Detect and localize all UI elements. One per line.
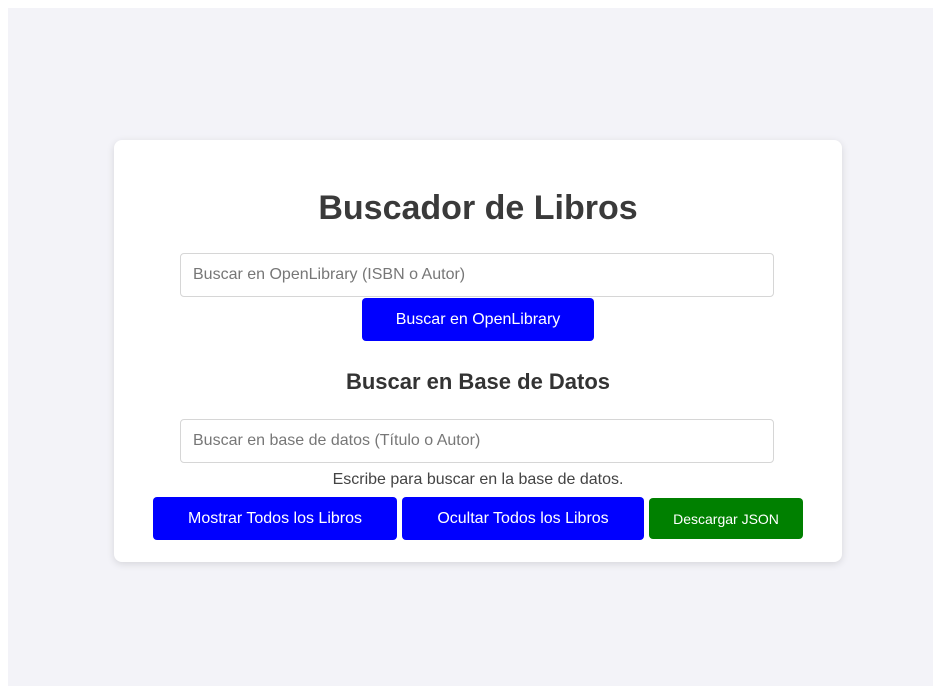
openlibrary-search-button[interactable]: Buscar en OpenLibrary	[362, 298, 594, 341]
openlibrary-search-input[interactable]	[180, 253, 774, 297]
hide-all-books-button[interactable]: Ocultar Todos los Libros	[402, 497, 644, 540]
database-search-hint: Escribe para buscar en la base de datos.	[332, 471, 624, 488]
show-all-books-button[interactable]: Mostrar Todos los Libros	[153, 497, 397, 540]
download-json-button[interactable]: Descargar JSON	[649, 498, 803, 539]
page-background: Buscador de Libros Buscar en OpenLibrary…	[8, 8, 933, 686]
database-section-heading: Buscar en Base de Datos	[345, 369, 611, 394]
database-search-input[interactable]	[180, 419, 774, 463]
book-search-card: Buscador de Libros Buscar en OpenLibrary…	[114, 140, 842, 562]
page-title: Buscador de Libros	[318, 189, 638, 227]
